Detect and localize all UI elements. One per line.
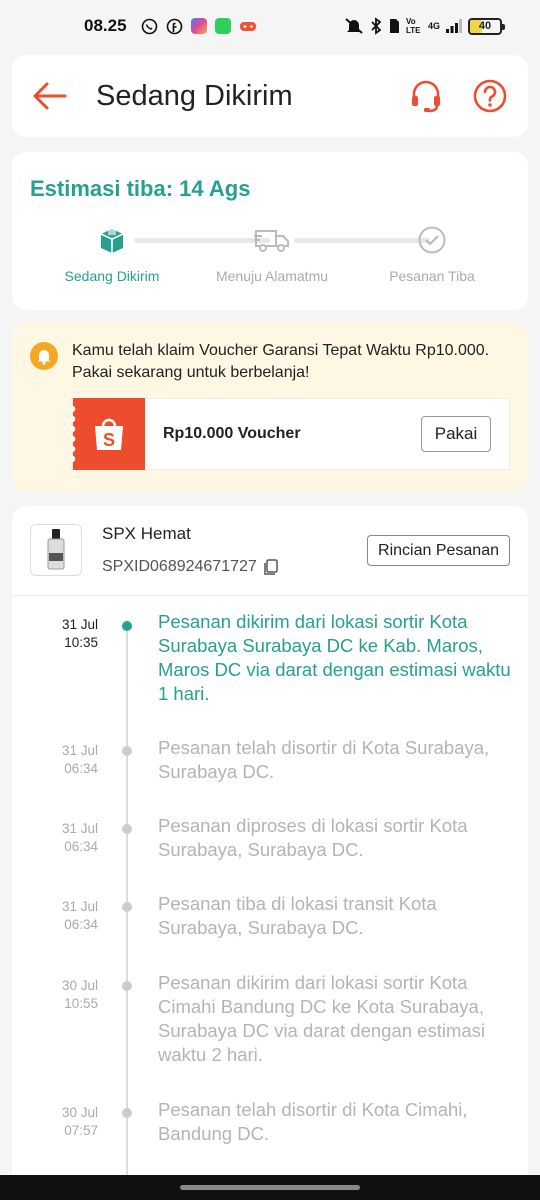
- carrier-name: SPX Hemat: [102, 524, 191, 543]
- box-icon: [100, 229, 124, 253]
- voucher-ticket[interactable]: S Rp10.000 Voucher Pakai: [72, 398, 510, 470]
- step-label: Menuju Alamatmu: [215, 268, 329, 284]
- help-button[interactable]: [470, 76, 510, 116]
- navigation-bar: [0, 1175, 540, 1200]
- event-date: 30 Jul: [61, 978, 98, 993]
- product-thumbnail: [30, 524, 82, 576]
- package-info: SPX Hemat SPXID068924671727 Rincian Pesa…: [12, 506, 528, 596]
- sim-icon: [389, 19, 399, 33]
- app-notification-icon: [190, 18, 207, 34]
- timeline-dot: [122, 1108, 132, 1118]
- step-menuju-alamatmu: Menuju Alamatmu: [202, 224, 342, 284]
- step-sedang-dikirim: Sedang Dikirim: [42, 224, 182, 284]
- customer-support-button[interactable]: [406, 76, 446, 116]
- progress-tracker: Sedang Dikirim Menuju Alamatmu Pesanan T…: [30, 224, 510, 294]
- headset-icon: [412, 80, 440, 113]
- tracking-card: SPX Hemat SPXID068924671727 Rincian Pesa…: [12, 506, 528, 1200]
- question-circle-icon: [473, 79, 507, 113]
- shopee-bag-icon: S: [72, 398, 145, 470]
- shipment-status-card: Estimasi tiba: 14 Ags Sedang Dikirim Men…: [12, 152, 528, 310]
- system-icons: Vo LTE 4G 40: [344, 17, 505, 35]
- timeline-dot: [122, 746, 132, 756]
- voucher-banner: Kamu telah klaim Voucher Garansi Tepat W…: [12, 322, 528, 492]
- estimated-arrival: Estimasi tiba: 14 Ags: [30, 176, 251, 201]
- network-label: 4G: [427, 21, 440, 31]
- bluetooth-icon: [371, 17, 382, 35]
- event-time: 06:34: [64, 839, 98, 854]
- battery-level: 40: [478, 20, 492, 32]
- event-time: 06:34: [64, 917, 98, 932]
- use-voucher-button[interactable]: Pakai: [421, 416, 491, 452]
- event-description: Pesanan dikirim dari lokasi sortir Kota …: [158, 972, 486, 1065]
- game-controller-icon: [239, 22, 256, 31]
- bell-icon: [30, 342, 58, 370]
- step-label: Sedang Dikirim: [64, 268, 160, 284]
- event-description: Pesanan telah disortir di Kota Surabaya,…: [158, 737, 490, 782]
- signal-icon: [446, 19, 462, 33]
- event-date: 30 Jul: [61, 1105, 98, 1120]
- timeline-dot: [122, 824, 132, 834]
- notification-icons: [141, 18, 257, 35]
- timeline-dot: [122, 981, 132, 991]
- status-bar: 08.25 Vo LTE 4G 40: [0, 0, 540, 52]
- facebook-icon: [166, 18, 182, 34]
- volte-label: Vo LTE: [405, 17, 421, 35]
- timeline-dot: [122, 902, 132, 912]
- event-time: 06:34: [64, 761, 98, 776]
- event-date: 31 Jul: [61, 899, 98, 914]
- home-indicator[interactable]: [180, 1185, 360, 1190]
- back-button[interactable]: [30, 76, 70, 116]
- status-time: 08.25: [84, 16, 127, 35]
- event-date: 31 Jul: [61, 617, 98, 632]
- copy-icon[interactable]: [263, 558, 279, 576]
- svg-text:S: S: [103, 430, 115, 450]
- timeline-dot: [122, 621, 132, 631]
- battery-icon: 40: [468, 17, 505, 35]
- event-description: Pesanan telah disortir di Kota Cimahi, B…: [158, 1099, 468, 1144]
- event-description: Pesanan tiba di lokasi transit Kota Sura…: [158, 893, 437, 938]
- event-time: 10:35: [64, 635, 98, 650]
- mute-icon: [345, 18, 363, 34]
- arrow-left-icon: [33, 82, 67, 110]
- event-date: 31 Jul: [61, 821, 98, 836]
- tracking-number: SPXID068924671727: [102, 558, 257, 575]
- event-description: Pesanan dikirim dari lokasi sortir Kota …: [158, 611, 511, 704]
- step-label: Pesanan Tiba: [389, 268, 475, 284]
- header-bar: Sedang Dikirim: [12, 55, 528, 137]
- step-pesanan-tiba: Pesanan Tiba: [362, 224, 502, 284]
- event-description: Pesanan diproses di lokasi sortir Kota S…: [158, 815, 468, 860]
- whatsapp-icon: [141, 18, 157, 34]
- event-time: 07:57: [64, 1123, 98, 1138]
- event-date: 31 Jul: [61, 743, 98, 758]
- check-circle-icon: [418, 226, 446, 254]
- voucher-message: Kamu telah klaim Voucher Garansi Tepat W…: [72, 342, 490, 381]
- truck-icon: [254, 230, 289, 252]
- page-title: Sedang Dikirim: [96, 79, 293, 112]
- order-details-button[interactable]: Rincian Pesanan: [367, 535, 510, 566]
- voucher-name: Rp10.000 Voucher: [163, 425, 301, 442]
- calculator-app-icon: [214, 18, 231, 34]
- event-time: 10:55: [64, 996, 98, 1011]
